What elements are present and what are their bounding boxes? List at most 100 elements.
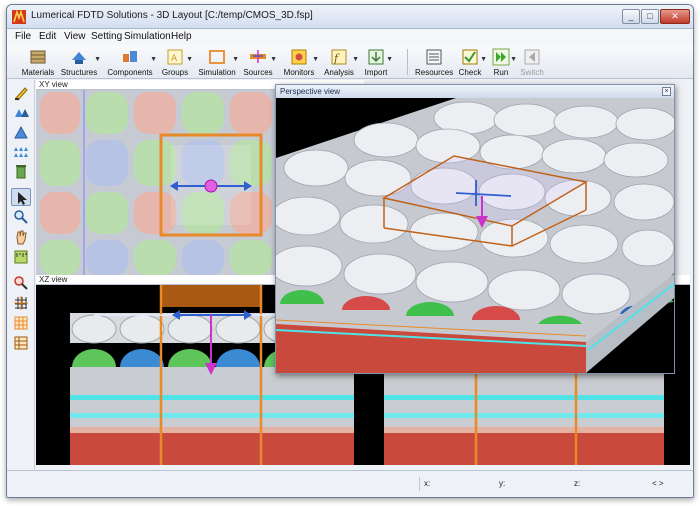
perspective-view-window[interactable]: Perspective view × (275, 84, 675, 374)
toolbar-separator (407, 49, 408, 75)
structures-button[interactable]: Structures ▼ (59, 47, 101, 77)
simulation-button[interactable]: Simulation ▼ (197, 47, 239, 77)
import-label: Import (364, 68, 388, 77)
analysis-label: Analysis (324, 68, 354, 77)
check-button[interactable]: Check ▼ (455, 47, 487, 77)
title-bar: Lumerical FDTD Solutions - 3D Layout [C:… (7, 5, 693, 29)
mesh-tool[interactable] (11, 314, 31, 332)
structures-icon (72, 52, 86, 64)
zoom-tool[interactable] (11, 142, 31, 160)
sources-label: Sources (243, 68, 273, 77)
switch-button[interactable]: Switch (517, 47, 547, 77)
run-dropdown-icon[interactable]: ▼ (510, 56, 517, 63)
check-dropdown-icon[interactable]: ▼ (480, 56, 487, 63)
materials-label: Materials (21, 68, 55, 77)
monitors-dropdown-icon[interactable]: ▼ (312, 56, 319, 63)
materials-button[interactable]: Materials (21, 47, 55, 77)
minimize-button[interactable]: _ (622, 9, 640, 24)
import-dropdown-icon[interactable]: ▼ (386, 56, 393, 63)
monitors-button[interactable]: Monitors ▼ (281, 47, 319, 77)
run-button[interactable]: Run ▼ (487, 47, 517, 77)
monitors-icon (291, 49, 307, 65)
app-window: Lumerical FDTD Solutions - 3D Layout [C:… (6, 4, 694, 498)
menu-edit[interactable]: Edit (39, 31, 56, 42)
maximize-button[interactable]: □ (641, 9, 659, 24)
table-tool[interactable] (11, 334, 31, 352)
check-label: Check (458, 68, 482, 77)
menu-setting[interactable]: Setting (91, 31, 122, 42)
rotate-tool[interactable] (11, 104, 31, 122)
run-icon (492, 48, 510, 66)
status-nav-arrows[interactable]: < > (652, 479, 664, 488)
select-tool[interactable] (11, 188, 31, 206)
delete-tool[interactable] (11, 162, 31, 180)
simulation-label: Simulation (198, 68, 236, 77)
components-dropdown-icon[interactable]: ▼ (150, 56, 157, 63)
groups-button[interactable]: A Groups ▼ (159, 47, 193, 77)
check-icon (462, 49, 478, 65)
status-x-label: x: (424, 479, 431, 488)
menu-simulation[interactable]: Simulation (124, 31, 171, 42)
resources-button[interactable]: Resources (415, 47, 453, 77)
perspective-canvas[interactable] (276, 98, 674, 373)
structures-dropdown-icon[interactable]: ▼ (94, 56, 101, 63)
menu-bar: File Edit View Setting Simulation Help (7, 29, 693, 45)
ruler-tool[interactable] (11, 248, 31, 266)
zoom-tool-icon (14, 147, 28, 157)
sources-icon (250, 50, 266, 63)
zoom-extent-tool[interactable] (11, 274, 31, 292)
import-button[interactable]: Import ▼ (361, 47, 393, 77)
hand-tool[interactable] (11, 228, 31, 246)
menu-file[interactable]: File (15, 31, 31, 42)
structures-label: Structures (60, 68, 98, 77)
magnify-tool[interactable] (11, 208, 31, 226)
grid-tool[interactable] (11, 294, 31, 312)
materials-icon (30, 50, 46, 64)
ruler-icon (14, 250, 28, 264)
sources-button[interactable]: Sources ▼ (241, 47, 277, 77)
draw-tool[interactable] (11, 84, 31, 102)
perspective-close-icon[interactable]: × (662, 87, 671, 96)
analysis-icon: f (331, 49, 347, 65)
switch-icon (524, 49, 540, 65)
status-bar: x: y: z: < > (7, 470, 693, 497)
xy-view-title: XY view (39, 80, 68, 89)
hand-icon (16, 230, 27, 245)
switch-label: Switch (520, 68, 544, 77)
xz-right-stack (384, 365, 664, 465)
import-icon (368, 49, 384, 65)
zoom-extent-icon (14, 276, 28, 290)
app-icon (12, 10, 26, 24)
xy-source-center[interactable] (204, 179, 218, 193)
rotate-icon (15, 109, 29, 117)
simulation-dropdown-icon[interactable]: ▼ (232, 56, 239, 63)
components-icon (123, 51, 137, 62)
components-label: Components (107, 68, 153, 77)
pan-tool[interactable] (11, 123, 31, 141)
pan-icon (14, 125, 28, 139)
analysis-dropdown-icon[interactable]: ▼ (352, 56, 359, 63)
tool-sidebar (7, 80, 35, 470)
xz-view-title: XZ view (39, 275, 68, 284)
menu-help[interactable]: Help (171, 31, 192, 42)
table-icon (14, 336, 28, 350)
perspective-view-titlebar: Perspective view (276, 85, 674, 98)
analysis-button[interactable]: f Analysis ▼ (321, 47, 359, 77)
run-label: Run (493, 68, 509, 77)
groups-dropdown-icon[interactable]: ▼ (186, 56, 193, 63)
menu-view[interactable]: View (64, 31, 86, 42)
resources-label: Resources (415, 68, 454, 77)
resources-icon (426, 49, 442, 65)
select-arrow-icon (18, 192, 27, 205)
status-y-label: y: (499, 479, 506, 488)
close-button[interactable]: ✕ (660, 9, 690, 24)
draw-icon (15, 87, 28, 101)
mesh-icon (14, 316, 28, 330)
xz-sim-top (161, 285, 261, 307)
sources-dropdown-icon[interactable]: ▼ (270, 56, 277, 63)
magnify-icon (14, 210, 28, 224)
svg-text:A: A (171, 54, 178, 64)
monitors-label: Monitors (283, 68, 315, 77)
simulation-icon (209, 50, 225, 64)
components-button[interactable]: Components ▼ (105, 47, 157, 77)
